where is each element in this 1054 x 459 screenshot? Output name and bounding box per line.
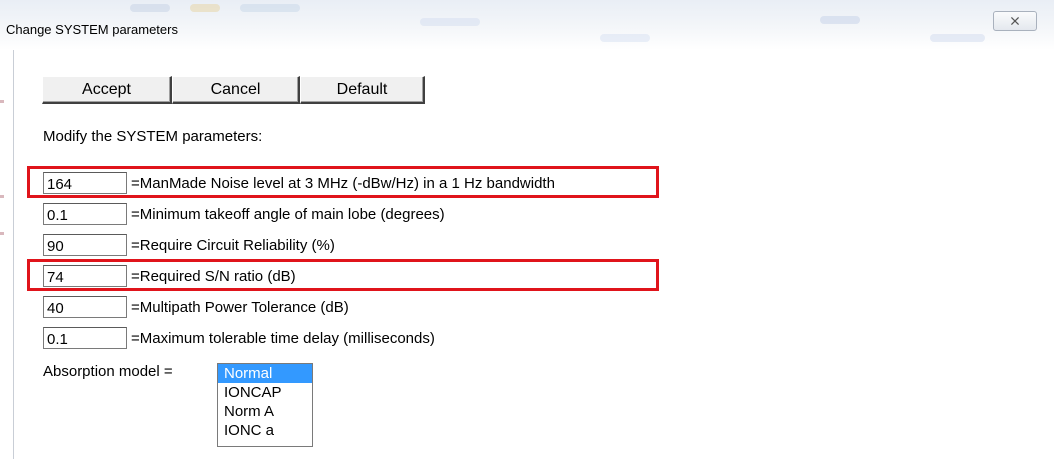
listbox-option-ioncap[interactable]: IONCAP: [218, 383, 312, 402]
dialog-window: Change SYSTEM parameters Accept Cancel D…: [0, 0, 1054, 459]
snr-label: =Required S/N ratio (dB): [131, 267, 296, 285]
window-title: Change SYSTEM parameters: [6, 22, 178, 37]
absorption-model-listbox[interactable]: Normal IONCAP Norm A IONC a: [217, 363, 313, 447]
param-row-takeoff: =Minimum takeoff angle of main lobe (deg…: [43, 203, 445, 225]
listbox-option-normal[interactable]: Normal: [218, 364, 312, 383]
button-bar: Accept Cancel Default: [42, 76, 425, 104]
titlebar-blur: [240, 4, 300, 12]
instruction-text: Modify the SYSTEM parameters:: [43, 128, 263, 145]
param-row-multipath: =Multipath Power Tolerance (dB): [43, 296, 349, 318]
listbox-option-norm-a[interactable]: Norm A: [218, 402, 312, 421]
time-delay-label: =Maximum tolerable time delay (milliseco…: [131, 329, 435, 347]
titlebar-blur: [190, 4, 220, 12]
snr-input[interactable]: [43, 265, 127, 287]
close-icon: [1010, 16, 1020, 26]
takeoff-angle-label: =Minimum takeoff angle of main lobe (deg…: [131, 205, 445, 223]
titlebar-blur: [420, 18, 480, 26]
titlebar-blur: [930, 34, 985, 42]
noise-level-label: =ManMade Noise level at 3 MHz (-dBw/Hz) …: [131, 174, 555, 192]
edge-artifact: [0, 100, 4, 103]
titlebar-blur: [820, 16, 860, 24]
param-row-delay: =Maximum tolerable time delay (milliseco…: [43, 327, 435, 349]
edge-artifact: [0, 232, 4, 235]
listbox-option-ionc-a[interactable]: IONC a: [218, 421, 312, 440]
default-button[interactable]: Default: [300, 76, 425, 104]
multipath-tolerance-input[interactable]: [43, 296, 127, 318]
titlebar-blur: [130, 4, 170, 12]
cancel-button[interactable]: Cancel: [172, 76, 300, 104]
param-row-reliability: =Require Circuit Reliability (%): [43, 234, 335, 256]
noise-level-input[interactable]: [43, 172, 127, 194]
accept-button[interactable]: Accept: [42, 76, 172, 104]
param-row-noise: =ManMade Noise level at 3 MHz (-dBw/Hz) …: [43, 172, 555, 194]
circuit-reliability-label: =Require Circuit Reliability (%): [131, 236, 335, 254]
takeoff-angle-input[interactable]: [43, 203, 127, 225]
title-bar[interactable]: Change SYSTEM parameters: [0, 0, 1054, 50]
multipath-tolerance-label: =Multipath Power Tolerance (dB): [131, 298, 349, 316]
absorption-model-label: Absorption model =: [43, 363, 173, 380]
client-border: [13, 50, 14, 459]
time-delay-input[interactable]: [43, 327, 127, 349]
edge-artifact: [0, 195, 4, 198]
param-row-snr: =Required S/N ratio (dB): [43, 265, 296, 287]
titlebar-blur: [600, 34, 650, 42]
circuit-reliability-input[interactable]: [43, 234, 127, 256]
close-button[interactable]: [993, 11, 1037, 31]
